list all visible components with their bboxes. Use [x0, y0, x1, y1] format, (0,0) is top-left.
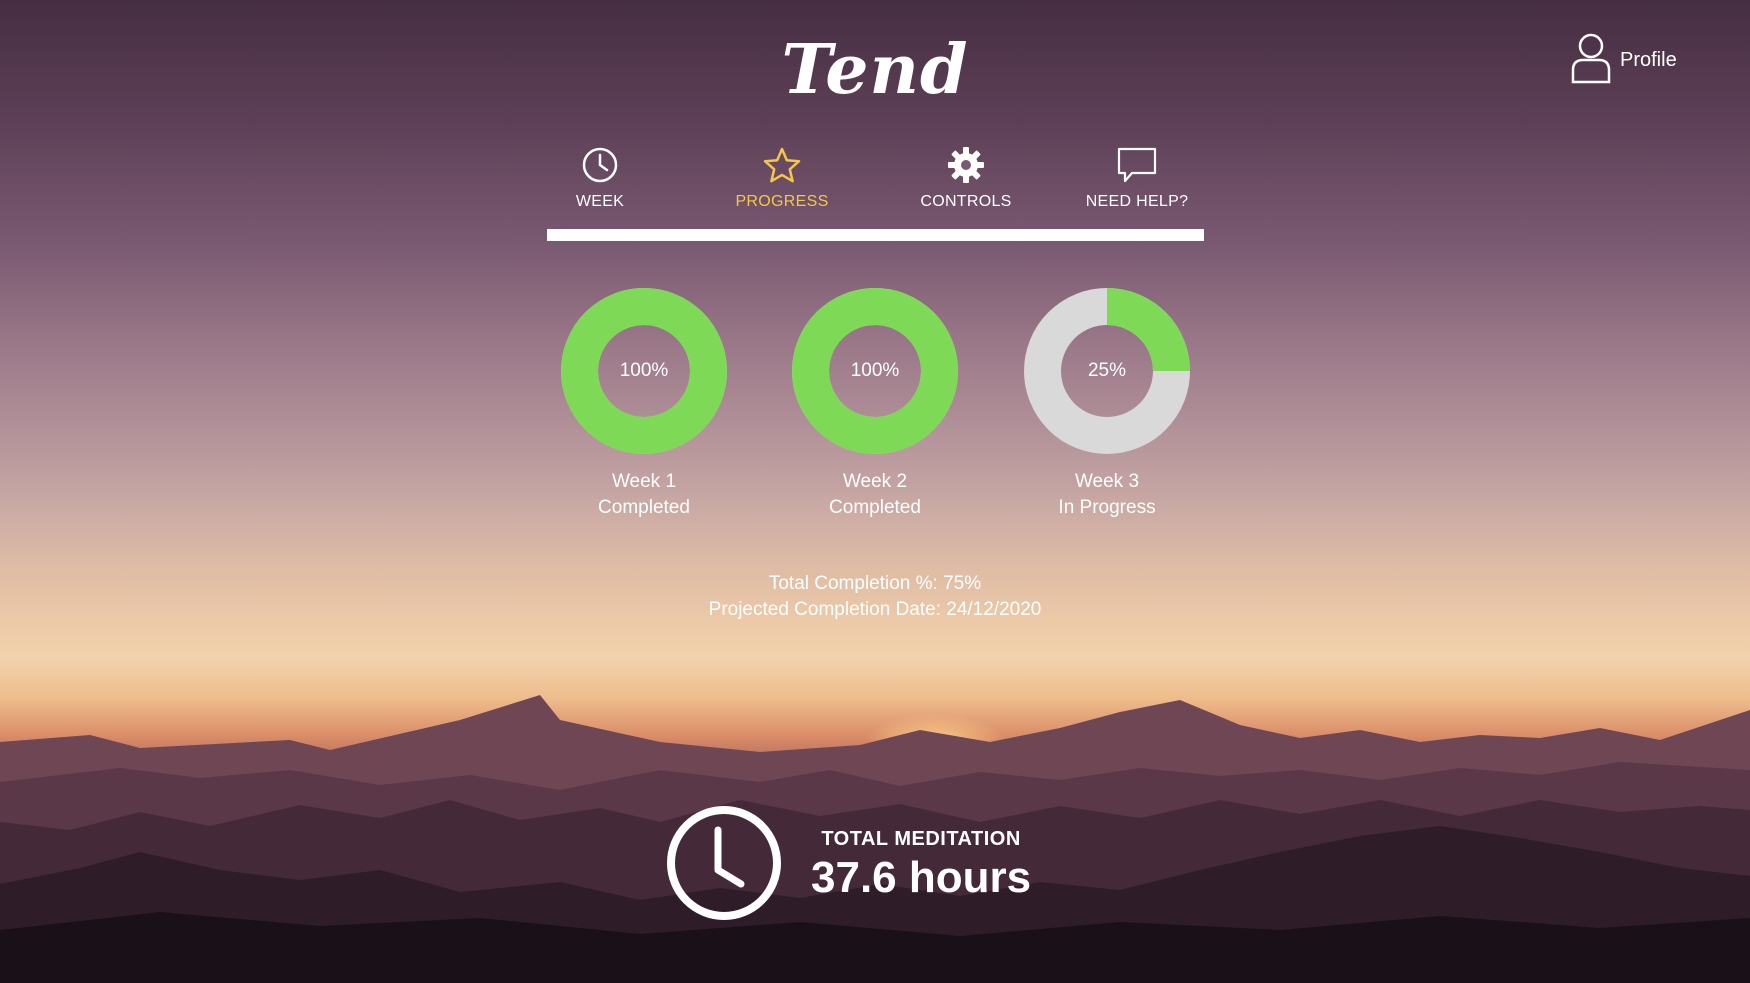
- star-icon: [762, 146, 802, 189]
- progress-donut: 25%: [1023, 287, 1191, 455]
- profile-button[interactable]: Profile: [1570, 32, 1677, 89]
- tab-progress-label: PROGRESS: [735, 193, 829, 210]
- user-icon: [1570, 32, 1612, 89]
- week-caption: Week 2 Completed: [791, 469, 959, 521]
- donut-percent: 100%: [619, 360, 669, 381]
- meditation-label: TOTAL MEDITATION: [821, 828, 1021, 850]
- week-title: Week 2: [842, 471, 908, 492]
- meditation-value: 37.6 hours: [811, 853, 1032, 902]
- week-3-progress: 25% Week 3 In Progress: [1023, 287, 1191, 521]
- week-caption: Week 3 In Progress: [1023, 469, 1191, 521]
- week-1-progress: 100% Week 1 Completed: [560, 287, 728, 521]
- week-status: Completed: [598, 497, 690, 518]
- profile-label: Profile: [1620, 49, 1677, 71]
- completion-summary: Total Completion %: 75% Projected Comple…: [0, 571, 1750, 623]
- clock-icon: [581, 146, 619, 189]
- week-status: Completed: [829, 497, 921, 518]
- tab-need-help-label: NEED HELP?: [1085, 193, 1189, 210]
- donut-percent: 25%: [1087, 360, 1127, 381]
- tab-controls-label: CONTROLS: [920, 193, 1012, 210]
- progress-donut: 100%: [560, 287, 728, 455]
- progress-donut: 100%: [791, 287, 959, 455]
- main-nav: WEEK PROGRESS CONTROLS NEED HELP?: [547, 146, 1204, 210]
- app-logo: Tend: [781, 30, 969, 110]
- week-status: In Progress: [1058, 497, 1156, 518]
- tab-need-help[interactable]: NEED HELP?: [1067, 146, 1207, 211]
- total-meditation: TOTAL MEDITATION 37.6 hours: [665, 804, 1031, 927]
- chat-bubble-icon: [1116, 146, 1158, 189]
- clock-icon: [665, 804, 783, 927]
- week-title: Week 1: [611, 471, 677, 492]
- tab-week-label: WEEK: [575, 193, 625, 210]
- week-2-progress: 100% Week 2 Completed: [791, 287, 959, 521]
- nav-underline: [547, 229, 1204, 241]
- projected-completion-date: Projected Completion Date: 24/12/2020: [708, 599, 1042, 620]
- tab-week[interactable]: WEEK: [547, 146, 653, 211]
- donut-percent: 100%: [850, 360, 900, 381]
- tab-progress[interactable]: PROGRESS: [717, 146, 847, 211]
- gear-icon: [947, 146, 985, 189]
- week-caption: Week 1 Completed: [560, 469, 728, 521]
- total-completion: Total Completion %: 75%: [768, 573, 982, 594]
- week-title: Week 3: [1074, 471, 1140, 492]
- meditation-text: TOTAL MEDITATION 37.6 hours: [811, 828, 1031, 903]
- tab-controls[interactable]: CONTROLS: [907, 146, 1025, 211]
